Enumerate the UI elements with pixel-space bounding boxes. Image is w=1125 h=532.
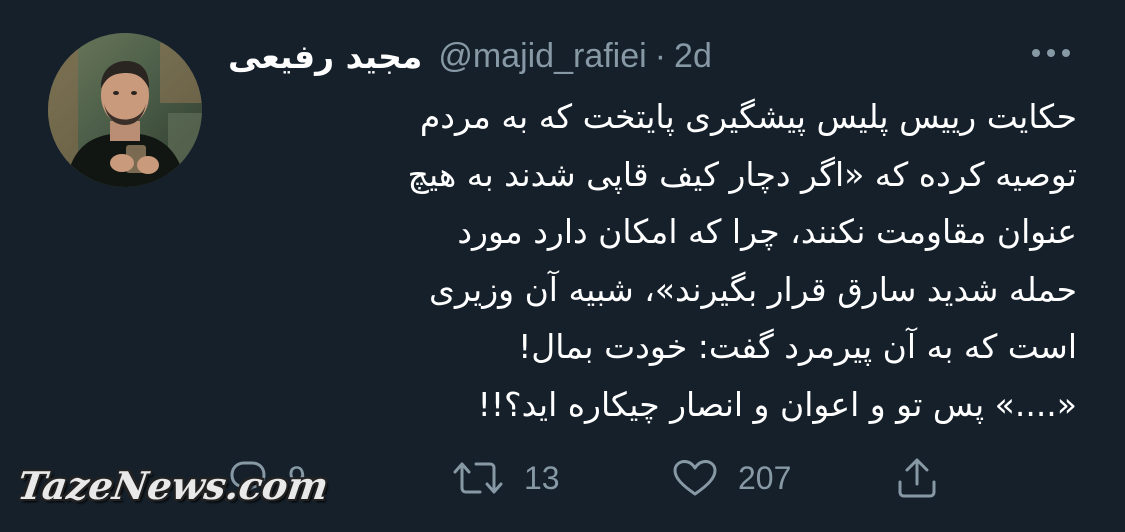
time-separator: · — [654, 36, 667, 75]
retweet-button[interactable]: 13 — [452, 453, 560, 503]
tweet-actions: 9 13 207 — [0, 445, 1125, 515]
retweet-icon — [453, 462, 503, 494]
avatar-image — [48, 33, 202, 187]
author-name[interactable]: مجید رفیعی — [228, 37, 422, 76]
tweet-card[interactable]: مجید رفیعی @majid_rafiei · 2d حکایت رییس… — [0, 0, 1125, 532]
tweet-time[interactable]: 2d — [674, 37, 712, 76]
tweet-text-line: حمله شدید سارق قرار بگیرند»، شبیه آن وزی… — [428, 269, 1077, 309]
like-button[interactable]: 207 — [672, 453, 791, 503]
author-handle[interactable]: @majid_rafiei — [438, 37, 646, 76]
reply-button[interactable]: 9 — [228, 453, 306, 503]
tweet-text-line: حکایت رییس پلیس پیشگیری پایتخت که به مرد… — [419, 97, 1077, 136]
tweet-text-line: عنوان مقاومت نکنند، چرا که امکان دارد مو… — [457, 212, 1077, 251]
retweet-count: 13 — [524, 459, 560, 496]
tweet-text-line: توصیه کرده که «اگر دچار کیف قاپی شدند به… — [407, 154, 1077, 194]
heart-icon — [673, 460, 717, 496]
tweet-header: مجید رفیعی @majid_rafiei · 2d — [228, 34, 712, 78]
tweet-text: حکایت رییس پلیس پیشگیری پایتخت که به مرد… — [217, 88, 1077, 433]
reply-icon — [230, 461, 266, 496]
reply-count: 9 — [288, 459, 306, 496]
share-icon — [898, 458, 936, 498]
tweet-text-line: است که به آن پیرمرد گفت: خودت بمال! — [518, 327, 1077, 366]
more-horizontal-icon[interactable] — [1026, 38, 1076, 68]
tweet-text-line: «....» پس تو و اعوان و انصار چیکاره اید؟… — [477, 384, 1077, 424]
share-button[interactable] — [895, 453, 939, 503]
avatar[interactable] — [48, 33, 202, 187]
like-count: 207 — [738, 459, 792, 496]
